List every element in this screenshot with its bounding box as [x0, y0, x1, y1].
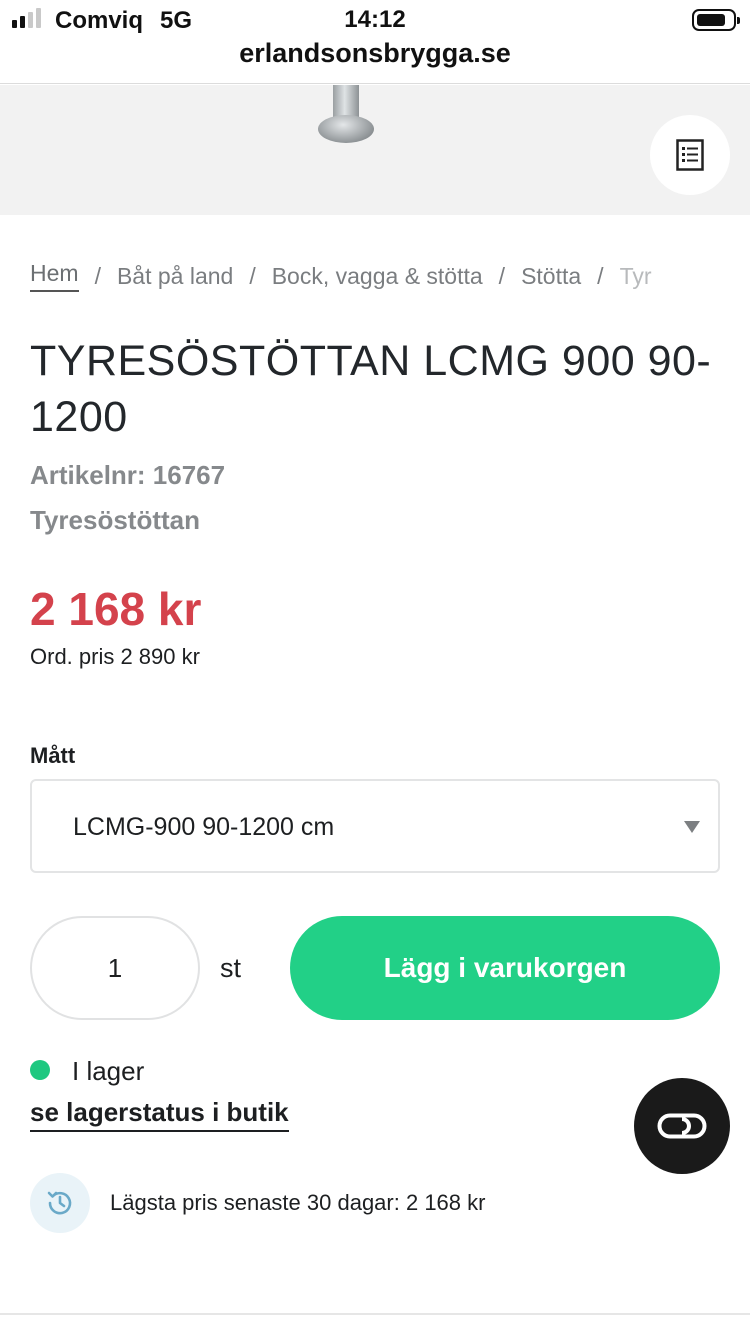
store-stock-link[interactable]: se lagerstatus i butik [30, 1097, 289, 1132]
history-icon [30, 1173, 90, 1233]
breadcrumb-item[interactable]: Stötta [521, 263, 581, 290]
add-to-cart-button[interactable]: Lägg i varukorgen [290, 916, 720, 1020]
battery-icon [692, 9, 740, 31]
breadcrumb: Hem / Båt på land / Bock, vagga & stötta… [30, 260, 720, 292]
divider [0, 1313, 750, 1315]
product-image[interactable] [0, 85, 750, 215]
breadcrumb-item[interactable]: Bock, vagga & stötta [272, 263, 483, 290]
breadcrumb-separator: / [597, 262, 604, 289]
article-number: Artikelnr: 16767 [30, 460, 226, 490]
breadcrumb-separator: / [498, 262, 506, 289]
size-select[interactable]: LCMG-900 90-1200 cm [30, 779, 720, 873]
product-title: TYRESÖSTÖTTAN LCMG 900 90-1200 [30, 337, 712, 441]
chat-icon [657, 1113, 707, 1139]
lowest-price-info: Lägsta pris senaste 30 dagar: 2 168 kr [110, 1190, 486, 1215]
chat-button[interactable] [634, 1078, 730, 1174]
ordinary-price: Ord. pris 2 890 kr [30, 644, 200, 669]
sale-price: 2 168 kr [30, 583, 202, 635]
chevron-down-icon [684, 821, 700, 833]
size-select-value: LCMG-900 90-1200 cm [73, 813, 335, 841]
product-brand[interactable]: Tyresöstöttan [30, 505, 200, 536]
clock: 14:12 [344, 6, 406, 33]
breadcrumb-current: Tyr [619, 262, 652, 289]
address-bar[interactable]: erlandsonsbrygga.se [0, 38, 750, 69]
status-bar: Comviq 5G 14:12 erlandsonsbrygga.se [0, 0, 750, 84]
spec-sheet-button[interactable] [650, 115, 730, 195]
breadcrumb-separator: / [249, 262, 256, 289]
quantity-input[interactable]: 1 [30, 916, 200, 1020]
quantity-unit: st [220, 953, 242, 983]
product-image-pole [333, 85, 359, 117]
breadcrumb-item[interactable]: Båt på land [117, 263, 233, 290]
size-label: Mått [30, 743, 76, 768]
stock-status: I lager [72, 1056, 145, 1086]
in-stock-icon [30, 1060, 50, 1080]
spec-sheet-icon [676, 139, 704, 171]
product-image-foot [318, 115, 374, 143]
breadcrumb-separator: / [94, 262, 101, 289]
breadcrumb-home[interactable]: Hem [30, 260, 79, 292]
